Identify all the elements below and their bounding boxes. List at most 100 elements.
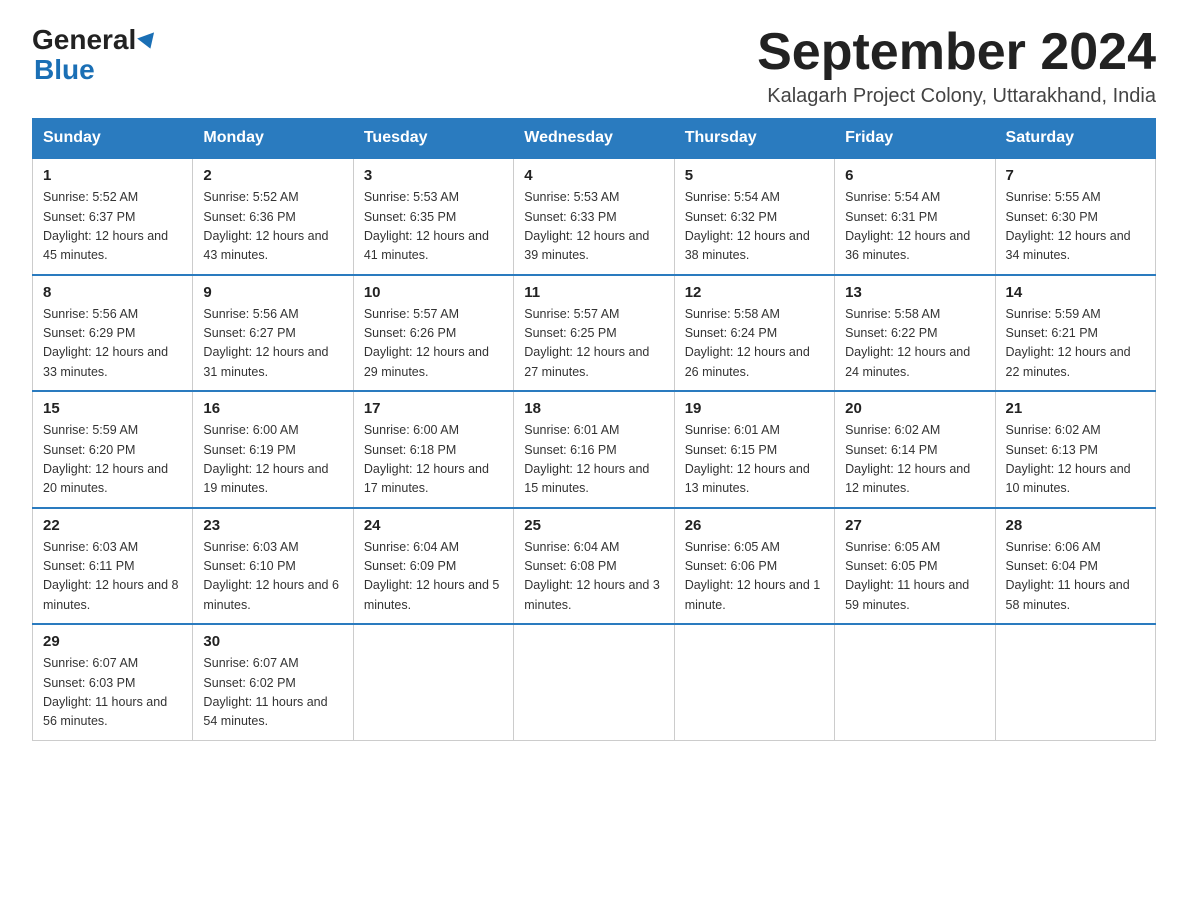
day-number: 15 xyxy=(43,400,182,417)
day-number: 13 xyxy=(845,284,984,301)
day-info: Sunrise: 6:04 AMSunset: 6:08 PMDaylight:… xyxy=(524,538,663,616)
day-number: 26 xyxy=(685,517,824,534)
day-info: Sunrise: 5:52 AMSunset: 6:36 PMDaylight:… xyxy=(203,188,342,266)
day-number: 5 xyxy=(685,167,824,184)
calendar-cell: 21 Sunrise: 6:02 AMSunset: 6:13 PMDayligh… xyxy=(995,391,1155,508)
day-number: 23 xyxy=(203,517,342,534)
calendar-cell: 8 Sunrise: 5:56 AMSunset: 6:29 PMDaylight… xyxy=(33,275,193,392)
calendar-week-row: 22 Sunrise: 6:03 AMSunset: 6:11 PMDayligh… xyxy=(33,508,1156,625)
calendar-cell: 12Sunrise: 5:58 AMSunset: 6:24 PMDayligh… xyxy=(674,275,834,392)
calendar-cell: 17 Sunrise: 6:00 AMSunset: 6:18 PMDayligh… xyxy=(353,391,513,508)
calendar-cell xyxy=(514,624,674,740)
calendar-cell: 24Sunrise: 6:04 AMSunset: 6:09 PMDayligh… xyxy=(353,508,513,625)
day-number: 6 xyxy=(845,167,984,184)
day-info: Sunrise: 6:05 AMSunset: 6:06 PMDaylight:… xyxy=(685,538,824,616)
calendar-cell: 10Sunrise: 5:57 AMSunset: 6:26 PMDayligh… xyxy=(353,275,513,392)
day-number: 14 xyxy=(1006,284,1145,301)
calendar-week-row: 1Sunrise: 5:52 AMSunset: 6:37 PMDaylight… xyxy=(33,158,1156,275)
day-number: 21 xyxy=(1006,400,1145,417)
calendar-cell: 30 Sunrise: 6:07 AMSunset: 6:02 PMDayligh… xyxy=(193,624,353,740)
calendar-cell xyxy=(674,624,834,740)
calendar-cell: 5 Sunrise: 5:54 AMSunset: 6:32 PMDaylight… xyxy=(674,158,834,275)
day-info: Sunrise: 5:56 AMSunset: 6:29 PMDaylight:… xyxy=(43,305,182,383)
calendar-cell: 4Sunrise: 5:53 AMSunset: 6:33 PMDaylight… xyxy=(514,158,674,275)
calendar-table: SundayMondayTuesdayWednesdayThursdayFrid… xyxy=(32,118,1156,741)
calendar-cell: 26 Sunrise: 6:05 AMSunset: 6:06 PMDayligh… xyxy=(674,508,834,625)
month-title: September 2024 xyxy=(757,24,1156,81)
day-info: Sunrise: 5:57 AMSunset: 6:26 PMDaylight:… xyxy=(364,305,503,383)
weekday-header-row: SundayMondayTuesdayWednesdayThursdayFrid… xyxy=(33,119,1156,159)
calendar-cell: 3 Sunrise: 5:53 AMSunset: 6:35 PMDaylight… xyxy=(353,158,513,275)
day-info: Sunrise: 6:01 AMSunset: 6:16 PMDaylight:… xyxy=(524,421,663,499)
day-info: Sunrise: 6:06 AMSunset: 6:04 PMDaylight:… xyxy=(1006,538,1145,616)
day-info: Sunrise: 6:04 AMSunset: 6:09 PMDaylight:… xyxy=(364,538,503,616)
calendar-cell xyxy=(995,624,1155,740)
day-info: Sunrise: 6:00 AMSunset: 6:19 PMDaylight:… xyxy=(203,421,342,499)
day-number: 18 xyxy=(524,400,663,417)
day-number: 25 xyxy=(524,517,663,534)
calendar-cell: 19Sunrise: 6:01 AMSunset: 6:15 PMDayligh… xyxy=(674,391,834,508)
calendar-cell: 29 Sunrise: 6:07 AMSunset: 6:03 PMDayligh… xyxy=(33,624,193,740)
day-number: 2 xyxy=(203,167,342,184)
day-info: Sunrise: 5:54 AMSunset: 6:32 PMDaylight:… xyxy=(685,188,824,266)
day-number: 22 xyxy=(43,517,182,534)
logo-line1: General xyxy=(32,24,157,56)
calendar-cell: 7Sunrise: 5:55 AMSunset: 6:30 PMDaylight… xyxy=(995,158,1155,275)
day-info: Sunrise: 5:59 AMSunset: 6:20 PMDaylight:… xyxy=(43,421,182,499)
calendar-week-row: 15 Sunrise: 5:59 AMSunset: 6:20 PMDayligh… xyxy=(33,391,1156,508)
day-info: Sunrise: 5:58 AMSunset: 6:22 PMDaylight:… xyxy=(845,305,984,383)
day-number: 16 xyxy=(203,400,342,417)
calendar-cell xyxy=(835,624,995,740)
calendar-cell: 6 Sunrise: 5:54 AMSunset: 6:31 PMDaylight… xyxy=(835,158,995,275)
logo-general-text: General xyxy=(32,24,136,56)
day-number: 17 xyxy=(364,400,503,417)
calendar-cell: 23 Sunrise: 6:03 AMSunset: 6:10 PMDayligh… xyxy=(193,508,353,625)
day-number: 19 xyxy=(685,400,824,417)
day-number: 11 xyxy=(524,284,663,301)
calendar-cell: 18 Sunrise: 6:01 AMSunset: 6:16 PMDayligh… xyxy=(514,391,674,508)
weekday-header-wednesday: Wednesday xyxy=(514,119,674,159)
weekday-header-monday: Monday xyxy=(193,119,353,159)
day-info: Sunrise: 6:07 AMSunset: 6:03 PMDaylight:… xyxy=(43,654,182,732)
day-number: 8 xyxy=(43,284,182,301)
calendar-cell: 9 Sunrise: 5:56 AMSunset: 6:27 PMDaylight… xyxy=(193,275,353,392)
calendar-cell: 14 Sunrise: 5:59 AMSunset: 6:21 PMDayligh… xyxy=(995,275,1155,392)
day-info: Sunrise: 6:07 AMSunset: 6:02 PMDaylight:… xyxy=(203,654,342,732)
day-info: Sunrise: 5:55 AMSunset: 6:30 PMDaylight:… xyxy=(1006,188,1145,266)
calendar-cell: 20Sunrise: 6:02 AMSunset: 6:14 PMDayligh… xyxy=(835,391,995,508)
calendar-week-row: 8 Sunrise: 5:56 AMSunset: 6:29 PMDaylight… xyxy=(33,275,1156,392)
day-info: Sunrise: 5:53 AMSunset: 6:35 PMDaylight:… xyxy=(364,188,503,266)
day-info: Sunrise: 5:53 AMSunset: 6:33 PMDaylight:… xyxy=(524,188,663,266)
day-info: Sunrise: 6:03 AMSunset: 6:11 PMDaylight:… xyxy=(43,538,182,616)
weekday-header-tuesday: Tuesday xyxy=(353,119,513,159)
calendar-week-row: 29 Sunrise: 6:07 AMSunset: 6:03 PMDayligh… xyxy=(33,624,1156,740)
calendar-cell: 22 Sunrise: 6:03 AMSunset: 6:11 PMDayligh… xyxy=(33,508,193,625)
day-number: 30 xyxy=(203,633,342,650)
day-info: Sunrise: 5:57 AMSunset: 6:25 PMDaylight:… xyxy=(524,305,663,383)
page-header: General Blue September 2024 Kalagarh Pro… xyxy=(32,24,1156,108)
day-number: 29 xyxy=(43,633,182,650)
day-info: Sunrise: 5:59 AMSunset: 6:21 PMDaylight:… xyxy=(1006,305,1145,383)
logo: General Blue xyxy=(32,24,157,86)
calendar-cell: 15 Sunrise: 5:59 AMSunset: 6:20 PMDayligh… xyxy=(33,391,193,508)
day-info: Sunrise: 5:56 AMSunset: 6:27 PMDaylight:… xyxy=(203,305,342,383)
calendar-cell: 28 Sunrise: 6:06 AMSunset: 6:04 PMDayligh… xyxy=(995,508,1155,625)
weekday-header-saturday: Saturday xyxy=(995,119,1155,159)
day-number: 27 xyxy=(845,517,984,534)
day-number: 3 xyxy=(364,167,503,184)
day-number: 9 xyxy=(203,284,342,301)
day-info: Sunrise: 6:05 AMSunset: 6:05 PMDaylight:… xyxy=(845,538,984,616)
weekday-header-sunday: Sunday xyxy=(33,119,193,159)
day-number: 20 xyxy=(845,400,984,417)
day-info: Sunrise: 6:00 AMSunset: 6:18 PMDaylight:… xyxy=(364,421,503,499)
weekday-header-friday: Friday xyxy=(835,119,995,159)
day-number: 12 xyxy=(685,284,824,301)
day-number: 28 xyxy=(1006,517,1145,534)
calendar-cell xyxy=(353,624,513,740)
calendar-cell: 1Sunrise: 5:52 AMSunset: 6:37 PMDaylight… xyxy=(33,158,193,275)
calendar-cell: 25 Sunrise: 6:04 AMSunset: 6:08 PMDayligh… xyxy=(514,508,674,625)
calendar-cell: 27 Sunrise: 6:05 AMSunset: 6:05 PMDayligh… xyxy=(835,508,995,625)
day-info: Sunrise: 5:54 AMSunset: 6:31 PMDaylight:… xyxy=(845,188,984,266)
day-info: Sunrise: 6:03 AMSunset: 6:10 PMDaylight:… xyxy=(203,538,342,616)
day-info: Sunrise: 6:02 AMSunset: 6:13 PMDaylight:… xyxy=(1006,421,1145,499)
